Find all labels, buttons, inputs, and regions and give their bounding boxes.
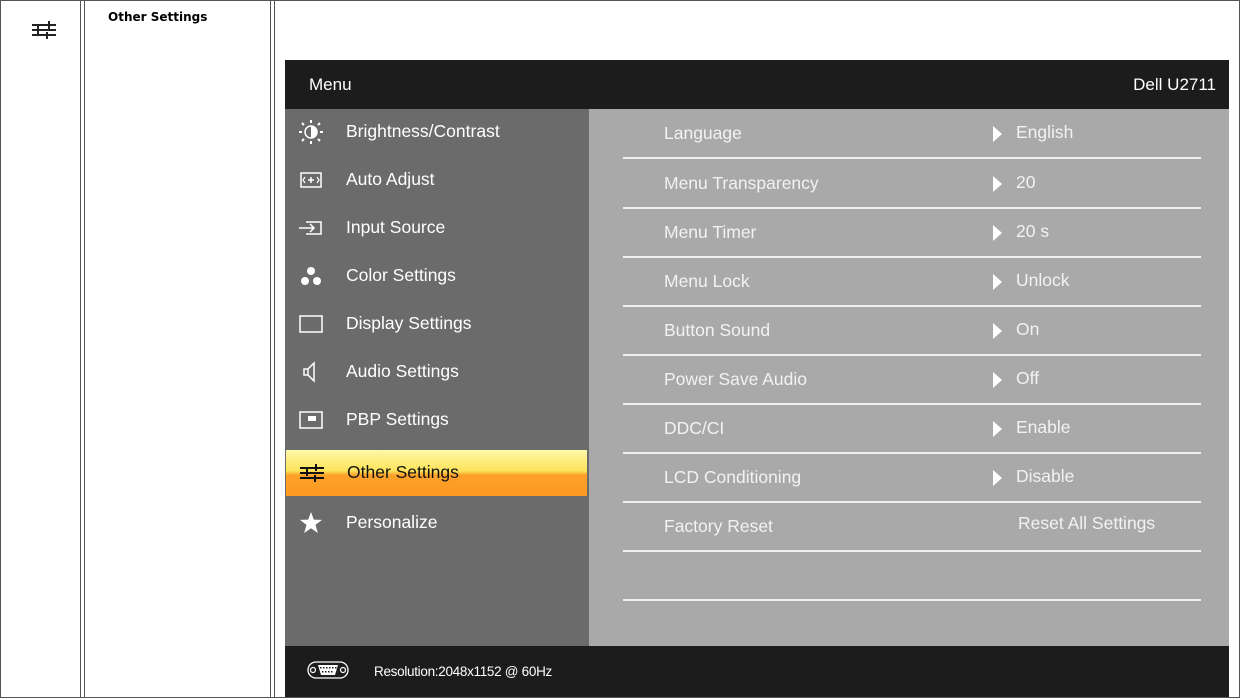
color-settings-icon bbox=[299, 264, 323, 288]
setting-label: LCD Conditioning bbox=[664, 467, 802, 487]
table-border bbox=[84, 0, 85, 697]
menu-item-label: Personalize bbox=[346, 512, 438, 532]
menu-title: Menu bbox=[309, 75, 352, 94]
menu-item-display-settings[interactable]: Display Settings bbox=[285, 301, 589, 347]
setting-ddc-ci[interactable]: DDC/CI Enable bbox=[623, 404, 1201, 454]
table-border bbox=[0, 0, 1, 697]
sliders-icon bbox=[300, 461, 324, 485]
setting-label: Menu Lock bbox=[664, 271, 750, 291]
empty-row bbox=[623, 551, 1201, 601]
table-border bbox=[80, 0, 81, 697]
arrow-right-icon bbox=[993, 372, 1002, 388]
setting-label: Language bbox=[664, 123, 742, 143]
menu-item-label: Display Settings bbox=[346, 313, 472, 333]
arrow-right-icon bbox=[993, 225, 1002, 241]
menu-item-label: Brightness/Contrast bbox=[346, 121, 500, 141]
setting-label: Power Save Audio bbox=[664, 369, 808, 389]
setting-value: English bbox=[1016, 122, 1074, 142]
setting-button-sound[interactable]: Button Sound On bbox=[623, 306, 1201, 356]
setting-value: 20 bbox=[1016, 172, 1036, 192]
section-title: Other Settings bbox=[108, 10, 208, 24]
setting-value: Unlock bbox=[1016, 270, 1070, 290]
osd-menu: Menu Dell U2711 Brightness/Contrast Auto… bbox=[285, 60, 1229, 697]
setting-label: Menu Timer bbox=[664, 222, 757, 242]
sliders-icon bbox=[20, 10, 60, 50]
menu-item-personalize[interactable]: Personalize bbox=[285, 500, 589, 546]
main-menu: Brightness/Contrast Auto Adjust Input So… bbox=[285, 109, 589, 646]
setting-power-save-audio[interactable]: Power Save Audio Off bbox=[623, 355, 1201, 405]
table-border bbox=[274, 0, 275, 697]
setting-language[interactable]: Language English bbox=[623, 109, 1201, 159]
table-border bbox=[1239, 0, 1240, 697]
setting-label: Factory Reset bbox=[664, 516, 773, 536]
setting-label: Menu Transparency bbox=[664, 173, 819, 193]
menu-item-label: PBP Settings bbox=[346, 409, 449, 429]
menu-item-label: Other Settings bbox=[347, 462, 459, 482]
speaker-icon bbox=[299, 360, 323, 384]
osd-footer: Resolution:2048x1152 @ 60Hz bbox=[285, 646, 1229, 697]
arrow-right-icon bbox=[993, 421, 1002, 437]
setting-menu-transparency[interactable]: Menu Transparency 20 bbox=[623, 159, 1201, 209]
setting-value: Off bbox=[1016, 368, 1040, 388]
setting-value: Reset All Settings bbox=[1018, 513, 1156, 533]
menu-item-input-source[interactable]: Input Source bbox=[285, 205, 589, 251]
pbp-icon bbox=[299, 408, 323, 432]
auto-adjust-icon bbox=[299, 168, 323, 192]
menu-item-auto-adjust[interactable]: Auto Adjust bbox=[285, 157, 589, 203]
arrow-right-icon bbox=[993, 126, 1002, 142]
arrow-right-icon bbox=[993, 470, 1002, 486]
menu-item-label: Audio Settings bbox=[346, 361, 459, 381]
table-border bbox=[270, 0, 271, 697]
input-source-icon bbox=[299, 216, 323, 240]
setting-label: Button Sound bbox=[664, 320, 771, 340]
setting-menu-lock[interactable]: Menu Lock Unlock bbox=[623, 257, 1201, 307]
divider bbox=[623, 599, 1201, 601]
menu-item-pbp-settings[interactable]: PBP Settings bbox=[285, 397, 589, 443]
setting-factory-reset[interactable]: Factory Reset Reset All Settings bbox=[623, 502, 1201, 552]
setting-value: Disable bbox=[1016, 466, 1075, 486]
resolution-status: Resolution:2048x1152 @ 60Hz bbox=[374, 664, 552, 679]
star-icon bbox=[299, 511, 323, 535]
menu-item-brightness-contrast[interactable]: Brightness/Contrast bbox=[285, 109, 589, 155]
setting-value: 20 s bbox=[1016, 221, 1050, 241]
menu-item-label: Color Settings bbox=[346, 265, 456, 285]
vga-connector-icon bbox=[307, 659, 349, 681]
setting-lcd-conditioning[interactable]: LCD Conditioning Disable bbox=[623, 453, 1201, 503]
menu-item-label: Auto Adjust bbox=[346, 169, 435, 189]
menu-item-label: Input Source bbox=[346, 217, 446, 237]
table-border bbox=[0, 0, 1240, 1]
menu-item-audio-settings[interactable]: Audio Settings bbox=[285, 349, 589, 395]
osd-header: Menu Dell U2711 bbox=[285, 60, 1229, 109]
menu-item-other-settings[interactable]: Other Settings bbox=[286, 450, 587, 496]
model-name: Dell U2711 bbox=[1133, 75, 1216, 94]
arrow-right-icon bbox=[993, 176, 1002, 192]
arrow-right-icon bbox=[993, 323, 1002, 339]
setting-menu-timer[interactable]: Menu Timer 20 s bbox=[623, 208, 1201, 258]
brightness-icon bbox=[299, 120, 323, 144]
settings-panel: Language English Menu Transparency 20 Me… bbox=[589, 109, 1229, 646]
menu-item-color-settings[interactable]: Color Settings bbox=[285, 253, 589, 299]
arrow-right-icon bbox=[993, 274, 1002, 290]
setting-value: Enable bbox=[1016, 417, 1071, 437]
setting-label: DDC/CI bbox=[664, 418, 725, 438]
display-settings-icon bbox=[299, 312, 323, 336]
setting-value: On bbox=[1016, 319, 1040, 339]
